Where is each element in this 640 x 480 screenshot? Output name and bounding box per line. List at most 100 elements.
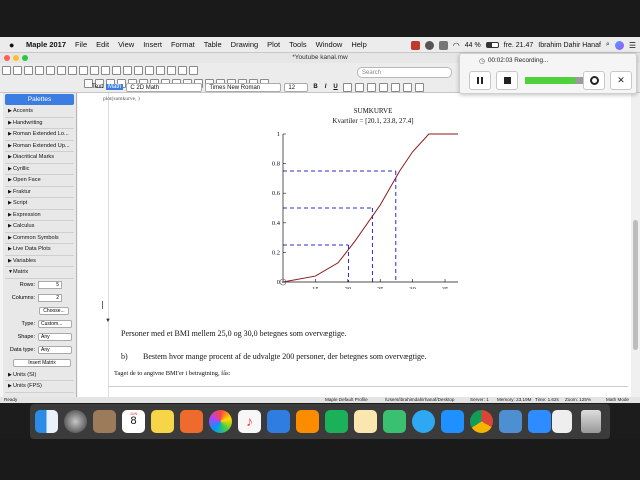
notification-center-icon[interactable]: ☰ (629, 41, 636, 50)
search-icon[interactable]: ⌕ (606, 41, 610, 49)
palette-item[interactable]: ▶Expression (5, 210, 74, 221)
math-mode-icon[interactable] (112, 65, 121, 75)
document-area[interactable]: plot(sumkurve, ) SUMKURVE Kvartiler = [2… (78, 93, 631, 397)
preview-icon[interactable] (354, 410, 377, 433)
question-text[interactable]: Bestem hvor mange procent af de udvalgte… (143, 352, 427, 361)
matrix-cols-input[interactable]: 2 (38, 294, 62, 302)
maple-icon[interactable] (499, 410, 522, 433)
photos-icon[interactable] (209, 410, 232, 433)
webcam-button[interactable] (583, 71, 605, 90)
insert-matrix-button[interactable]: Insert Matrix (13, 359, 71, 367)
matrix-type-select[interactable]: Custom... (38, 320, 72, 328)
zoom-icon[interactable] (178, 65, 187, 75)
scrollbar-thumb[interactable] (633, 220, 638, 350)
app-store-icon[interactable] (441, 410, 464, 433)
menu-app-name[interactable]: Maple 2017 (26, 40, 66, 49)
palette-item[interactable]: ▶Units (FPS) (5, 381, 74, 393)
messages-icon[interactable] (412, 410, 435, 433)
menu-format[interactable]: Format (171, 40, 195, 49)
text-mode-button[interactable]: Text (92, 84, 103, 90)
close-window-icon[interactable] (4, 55, 10, 61)
user-status-icon[interactable] (424, 40, 434, 50)
color-icon[interactable] (342, 82, 352, 92)
copy-icon[interactable] (57, 65, 66, 75)
pages-icon[interactable] (296, 410, 319, 433)
search-input[interactable]: Search (357, 67, 452, 78)
bullet-list-icon[interactable] (402, 82, 412, 92)
question-label[interactable]: b) (121, 352, 128, 361)
style-select[interactable]: C 2D Math (126, 82, 203, 92)
execute-group-icon[interactable] (123, 65, 132, 75)
palette-item[interactable]: ▶Accents (5, 106, 74, 118)
menu-view[interactable]: View (118, 40, 134, 49)
palette-item[interactable]: ▶Diacritical Marks (5, 152, 74, 164)
menu-edit[interactable]: Edit (96, 40, 109, 49)
notes-icon[interactable] (151, 410, 174, 433)
italic-button[interactable]: I (323, 84, 329, 90)
matrix-choose-button[interactable]: Choose... (39, 307, 69, 315)
launchpad-icon[interactable] (64, 410, 87, 433)
debug-icon[interactable] (167, 65, 176, 75)
menu-tools[interactable]: Tools (289, 40, 307, 49)
palette-item[interactable]: ▶Handwriting (5, 118, 74, 129)
battery-icon[interactable] (485, 42, 499, 48)
palette-item[interactable]: ▶Common Symbols (5, 233, 74, 244)
paragraph-bmi[interactable]: Taget de to angivne BMI'er i betragtning… (114, 370, 230, 377)
numbered-list-icon[interactable] (414, 82, 424, 92)
execute-all-icon[interactable] (134, 65, 143, 75)
paragraph-overvaegtige[interactable]: Personer med et BMI mellem 25,0 og 30,0 … (121, 329, 347, 338)
collapse-triangle-icon[interactable]: ▼ (105, 318, 111, 324)
palette-item[interactable]: ▶Fraktur (5, 187, 74, 198)
palette-item[interactable]: ▶Open Face (5, 175, 74, 187)
menu-file[interactable]: File (75, 40, 87, 49)
apple-icon[interactable]: ● (9, 40, 19, 50)
cut-icon[interactable] (46, 65, 55, 75)
print-icon[interactable] (35, 65, 44, 75)
help-icon[interactable] (189, 65, 198, 75)
save-icon[interactable] (24, 65, 33, 75)
font-size-select[interactable]: 12 (284, 82, 309, 92)
palettes-header[interactable]: Palettes (5, 94, 74, 105)
user-name[interactable]: Ibrahim Dahir Hanaf (538, 42, 601, 49)
pause-button[interactable] (469, 71, 491, 90)
clock[interactable]: fre. 21.47 (504, 42, 534, 49)
zoom-app-icon[interactable] (528, 410, 551, 433)
math-mode-button[interactable]: Math (106, 84, 124, 90)
extension-icon[interactable] (438, 40, 448, 50)
trash-icon[interactable] (581, 410, 601, 433)
recorder-status-icon[interactable] (410, 40, 420, 50)
matrix-shape-select[interactable]: Any (38, 333, 72, 341)
close-recording-button[interactable]: ✕ (610, 71, 632, 90)
palette-item[interactable]: ▶Roman Extended Up... (5, 141, 74, 152)
chrome-icon[interactable] (470, 410, 493, 433)
palette-item[interactable]: ▶Units (SI) (5, 370, 74, 381)
contacts-icon[interactable] (93, 410, 116, 433)
font-select[interactable]: Times New Roman (205, 82, 282, 92)
music-icon[interactable]: ♪ (238, 410, 261, 433)
siri-icon[interactable] (614, 40, 624, 50)
highlight-icon[interactable] (354, 82, 364, 92)
matrix-datatype-select[interactable]: Any (38, 346, 72, 354)
menu-window[interactable]: Window (316, 40, 343, 49)
calendar-icon[interactable]: JUN 8 (122, 410, 145, 433)
palette-item[interactable]: ▶Variables (5, 256, 74, 267)
books-icon[interactable] (180, 410, 203, 433)
stop-icon[interactable] (145, 65, 154, 75)
underline-button[interactable]: U (331, 84, 339, 90)
zoom-window-icon[interactable] (22, 55, 28, 61)
menu-drawing[interactable]: Drawing (231, 40, 259, 49)
open-icon[interactable] (13, 65, 22, 75)
stop-button[interactable] (496, 71, 518, 90)
battery-percent[interactable]: 44 % (465, 42, 481, 49)
restart-icon[interactable] (156, 65, 165, 75)
bold-button[interactable]: B (311, 84, 319, 90)
wifi-icon[interactable]: ◠ (453, 41, 460, 50)
numbers-icon[interactable] (325, 410, 348, 433)
menu-table[interactable]: Table (204, 40, 222, 49)
palette-item[interactable]: ▶Calculus (5, 221, 74, 233)
undo-icon[interactable] (79, 65, 88, 75)
menu-plot[interactable]: Plot (267, 40, 280, 49)
keynote-icon[interactable] (267, 410, 290, 433)
palette-item[interactable]: ▶Script (5, 198, 74, 210)
new-document-icon[interactable] (2, 65, 11, 75)
